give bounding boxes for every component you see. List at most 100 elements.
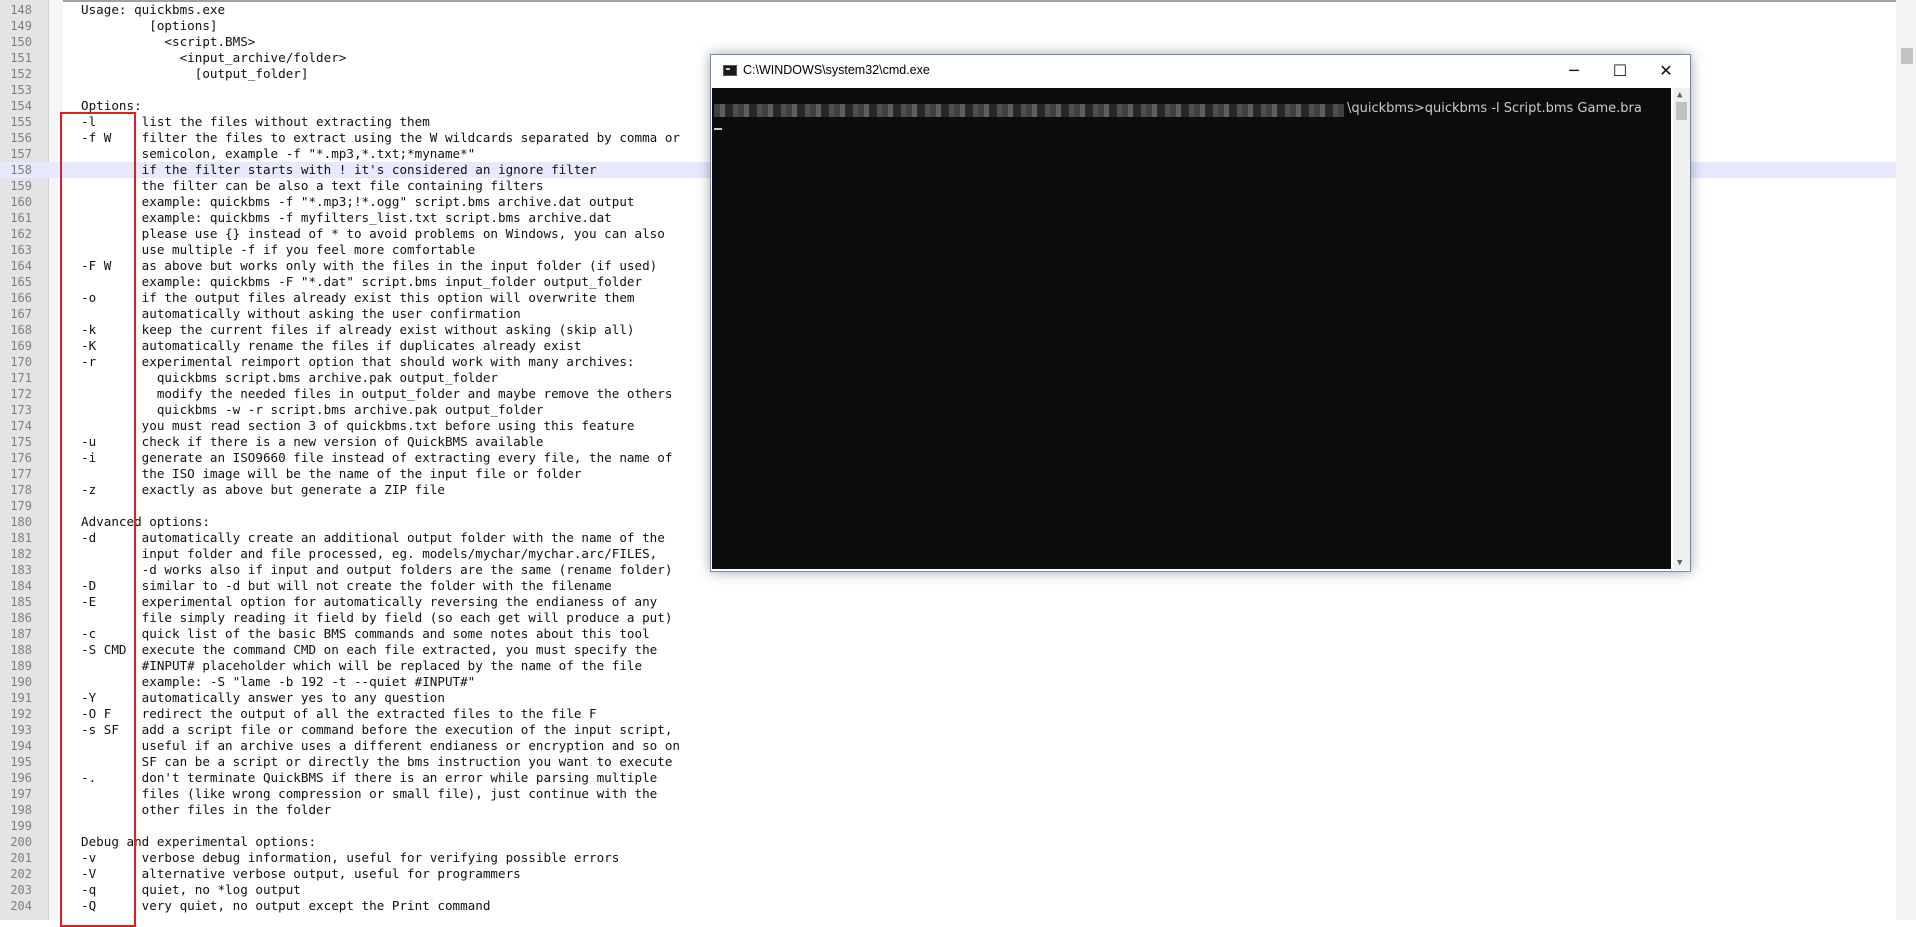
editor-scroll-thumb[interactable] xyxy=(1901,48,1913,64)
line-number: 169 xyxy=(10,339,32,353)
editor-line[interactable]: 190 example: -S "lame -b 192 -t --quiet … xyxy=(0,674,1896,690)
line-number: 171 xyxy=(10,371,32,385)
line-number: 155 xyxy=(10,115,32,129)
line-number: 179 xyxy=(10,499,32,513)
line-number: 156 xyxy=(10,131,32,145)
line-text: -Q very quiet, no output except the Prin… xyxy=(81,898,491,913)
editor-line[interactable]: 150 <script.BMS> xyxy=(0,34,1896,50)
line-number: 149 xyxy=(10,19,32,33)
minimize-button[interactable]: ─ xyxy=(1551,55,1597,87)
cmd-cursor xyxy=(714,128,722,130)
editor-line[interactable]: 188 -S CMD execute the command CMD on eac… xyxy=(0,642,1896,658)
editor-line[interactable]: 201 -v verbose debug information, useful … xyxy=(0,850,1896,866)
line-number: 158 xyxy=(10,163,32,177)
line-text: -r experimental reimport option that sho… xyxy=(81,354,635,369)
line-text: -q quiet, no *log output xyxy=(81,882,301,897)
cmd-window[interactable]: C:\WINDOWS\system32\cmd.exe ─ ☐ ✕ \quick… xyxy=(710,54,1691,572)
editor-line[interactable]: 148 Usage: quickbms.exe xyxy=(0,2,1896,18)
editor-line[interactable]: 187 -c quick list of the basic BMS comman… xyxy=(0,626,1896,642)
cmd-console-output[interactable]: \quickbms>quickbms -l Script.bms Game.br… xyxy=(712,88,1671,569)
editor-line[interactable]: 197 files (like wrong compression or sma… xyxy=(0,786,1896,802)
line-number: 161 xyxy=(10,211,32,225)
editor-line[interactable]: 149 [options] xyxy=(0,18,1896,34)
line-number: 191 xyxy=(10,691,32,705)
line-number: 166 xyxy=(10,291,32,305)
line-number: 174 xyxy=(10,419,32,433)
line-number: 188 xyxy=(10,643,32,657)
line-number: 187 xyxy=(10,627,32,641)
editor-line[interactable]: 195 SF can be a script or directly the b… xyxy=(0,754,1896,770)
line-number: 160 xyxy=(10,195,32,209)
line-number: 176 xyxy=(10,451,32,465)
cmd-titlebar[interactable]: C:\WINDOWS\system32\cmd.exe ─ ☐ ✕ xyxy=(711,55,1690,87)
line-text: the ISO image will be the name of the in… xyxy=(81,466,582,481)
editor-line[interactable]: 204 -Q very quiet, no output except the P… xyxy=(0,898,1896,914)
line-number: 180 xyxy=(10,515,32,529)
line-text: quickbms -w -r script.bms archive.pak ou… xyxy=(81,402,544,417)
editor-line[interactable]: 202 -V alternative verbose output, useful… xyxy=(0,866,1896,882)
line-text: <script.BMS> xyxy=(81,34,256,49)
editor-line[interactable]: 186 file simply reading it field by fiel… xyxy=(0,610,1896,626)
line-number: 196 xyxy=(10,771,32,785)
line-text: input folder and file processed, eg. mod… xyxy=(81,546,658,561)
editor-line[interactable]: 191 -Y automatically answer yes to any qu… xyxy=(0,690,1896,706)
line-text: example: quickbms -F "*.dat" script.bms … xyxy=(81,274,643,289)
line-text: modify the needed files in output_folder… xyxy=(81,386,673,401)
line-text: -l list the files without extracting the… xyxy=(81,114,430,129)
line-text: semicolon, example -f "*.mp3,*.txt;*myna… xyxy=(81,146,476,161)
line-text: -k keep the current files if already exi… xyxy=(81,322,635,337)
line-number: 152 xyxy=(10,67,32,81)
line-text: -s SF add a script file or command befor… xyxy=(81,722,673,737)
line-text: -z exactly as above but generate a ZIP f… xyxy=(81,482,445,497)
line-text: -d works also if input and output folder… xyxy=(81,562,673,577)
scroll-down-arrow-icon[interactable]: ▼ xyxy=(1677,558,1682,568)
maximize-button[interactable]: ☐ xyxy=(1597,55,1643,87)
line-number: 162 xyxy=(10,227,32,241)
line-number: 150 xyxy=(10,35,32,49)
line-number: 199 xyxy=(10,819,32,833)
line-number: 175 xyxy=(10,435,32,449)
editor-line[interactable]: 203 -q quiet, no *log output xyxy=(0,882,1896,898)
line-text: -d automatically create an additional ou… xyxy=(81,530,665,545)
line-text: -v verbose debug information, useful for… xyxy=(81,850,620,865)
line-number: 181 xyxy=(10,531,32,545)
line-text: Advanced options: xyxy=(81,514,210,529)
editor-line[interactable]: 200 Debug and experimental options: xyxy=(0,834,1896,850)
editor-line[interactable]: 199 xyxy=(0,818,1896,834)
line-text: if the filter starts with ! it's conside… xyxy=(81,162,597,177)
editor-line[interactable]: 196 -. don't terminate QuickBMS if there … xyxy=(0,770,1896,786)
line-text: files (like wrong compression or small f… xyxy=(81,786,658,801)
line-text: example: -S "lame -b 192 -t --quiet #INP… xyxy=(81,674,476,689)
editor-line[interactable]: 189 #INPUT# placeholder which will be re… xyxy=(0,658,1896,674)
line-number: 148 xyxy=(10,3,32,17)
line-text: useful if an archive uses a different en… xyxy=(81,738,680,753)
line-text: file simply reading it field by field (s… xyxy=(81,610,673,625)
cmd-vertical-scrollbar[interactable]: ▲ ▼ xyxy=(1673,88,1690,570)
line-number: 185 xyxy=(10,595,32,609)
editor-vertical-scrollbar[interactable] xyxy=(1896,0,1916,920)
editor-line[interactable]: 192 -O F redirect the output of all the e… xyxy=(0,706,1896,722)
line-number: 204 xyxy=(10,899,32,913)
line-text: -o if the output files already exist thi… xyxy=(81,290,635,305)
cmd-window-title: C:\WINDOWS\system32\cmd.exe xyxy=(743,63,930,77)
cmd-scroll-thumb[interactable] xyxy=(1676,102,1687,120)
close-button[interactable]: ✕ xyxy=(1643,55,1689,87)
line-number: 164 xyxy=(10,259,32,273)
line-number: 198 xyxy=(10,803,32,817)
line-number: 157 xyxy=(10,147,32,161)
line-number: 194 xyxy=(10,739,32,753)
editor-line[interactable]: 185 -E experimental option for automatica… xyxy=(0,594,1896,610)
line-text: the filter can be also a text file conta… xyxy=(81,178,544,193)
editor-line[interactable]: 193 -s SF add a script file or command be… xyxy=(0,722,1896,738)
line-number: 159 xyxy=(10,179,32,193)
cmd-command-line: \quickbms>quickbms -l Script.bms Game.br… xyxy=(1347,101,1642,116)
line-text: -. don't terminate QuickBMS if there is … xyxy=(81,770,658,785)
scroll-up-arrow-icon[interactable]: ▲ xyxy=(1677,90,1682,100)
editor-line[interactable]: 184 -D similar to -d but will not create … xyxy=(0,578,1896,594)
editor-line[interactable]: 194 useful if an archive uses a differen… xyxy=(0,738,1896,754)
line-text: -i generate an ISO9660 file instead of e… xyxy=(81,450,673,465)
line-number: 195 xyxy=(10,755,32,769)
line-number: 182 xyxy=(10,547,32,561)
line-text: [options] xyxy=(81,18,218,33)
editor-line[interactable]: 198 other files in the folder xyxy=(0,802,1896,818)
